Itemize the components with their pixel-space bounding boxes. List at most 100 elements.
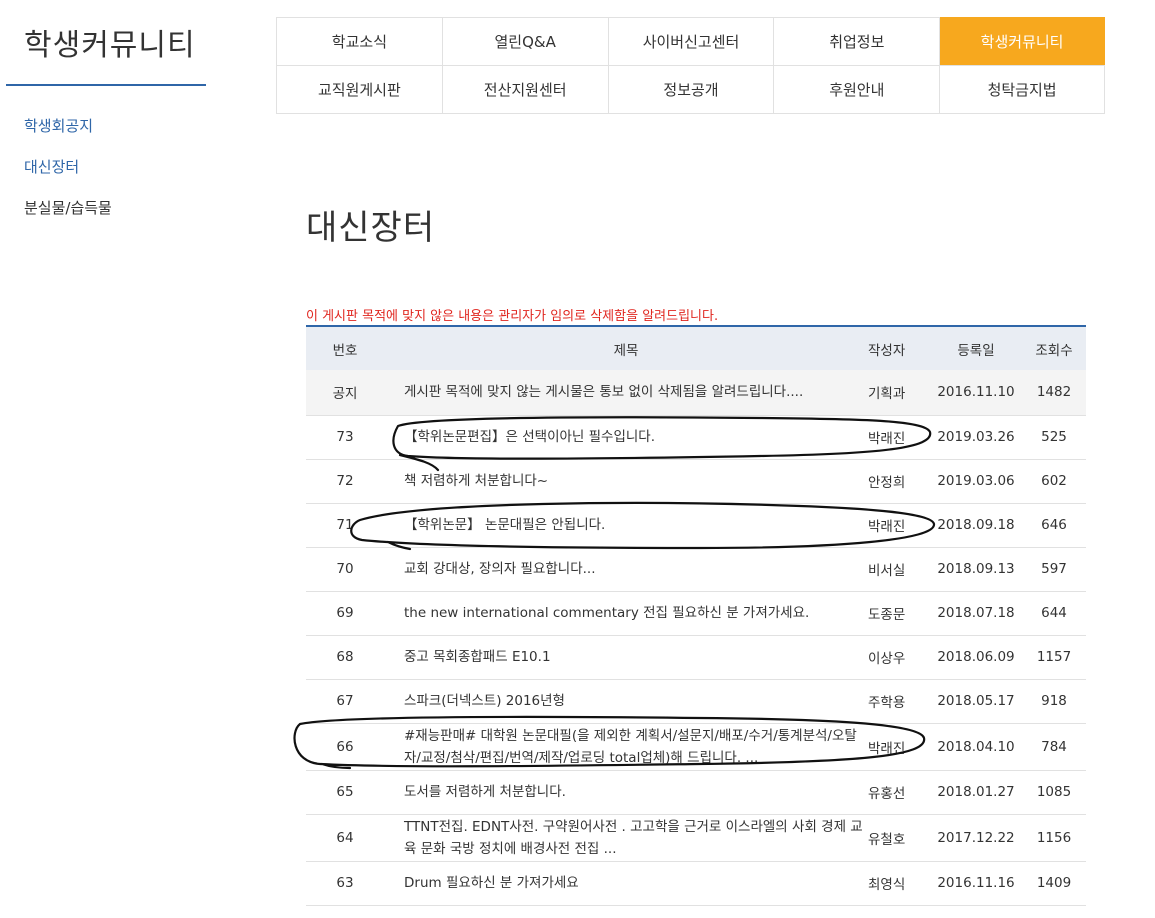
nav-cyber-report-center[interactable]: 사이버신고센터 [608,17,775,65]
post-link[interactable]: #재능판매# 대학원 논문대필(을 제외한 계획서/설문지/배포/수거/통계분석… [404,728,857,766]
nav-donation-info[interactable]: 후원안내 [774,65,941,113]
post-link[interactable]: 【학위논문편집】은 선택이아닌 필수입니다. [404,429,655,445]
sidebar-divider [6,84,206,86]
table-header-row: 번호 제목 작성자 등록일 조회수 [306,326,1086,370]
row-date: 2019.03.26 [930,415,1022,460]
post-link[interactable]: 스파크(더넥스트) 2016년형 [404,693,565,709]
row-date: 2017.12.22 [930,814,1022,862]
row-title: 도서를 저렴하게 처분합니다. [384,770,868,815]
nav-staff-board[interactable]: 교직원게시판 [277,65,443,113]
post-link[interactable]: 책 저렴하게 처분합니다~ [404,473,548,489]
row-title: 스파크(더넥스트) 2016년형 [384,679,868,724]
post-link[interactable]: 도서를 저렴하게 처분합니다. [404,784,566,800]
table-row: 71 【학위논문】 논문대필은 안됩니다. 박래진 2018.09.18 646 [306,503,1086,548]
row-views: 646 [1022,503,1086,548]
row-date: 2018.07.18 [930,591,1022,636]
row-title: TTNT전집. EDNT사전. 구약원어사전 . 고고학을 근거로 이스라엘의 … [384,814,868,862]
row-views: 1157 [1022,635,1086,680]
row-views: 602 [1022,459,1086,504]
sidebar-item-lost-and-found[interactable]: 분실물/습득물 [24,198,112,239]
row-writer: 박래진 [868,415,930,460]
row-title: 게시판 목적에 맞지 않는 게시물은 통보 없이 삭제됨을 알려드립니다.... [384,370,868,416]
row-views: 1482 [1022,370,1086,416]
sidebar-item-marketplace[interactable]: 대신장터 [24,157,112,198]
table-row: 73 【학위논문편집】은 선택이아닌 필수입니다. 박래진 2019.03.26… [306,415,1086,460]
row-writer: 안정희 [868,459,930,504]
nav-open-qa[interactable]: 열린Q&A [442,17,609,65]
post-link[interactable]: Drum 필요하신 분 가져가세요 [404,875,579,891]
sidebar-menu: 학생회공지 대신장터 분실물/습득물 [24,116,112,239]
row-views: 918 [1022,679,1086,724]
row-writer: 박래진 [868,723,930,771]
table-row: 64 TTNT전집. EDNT사전. 구약원어사전 . 고고학을 근거로 이스라… [306,814,1086,862]
row-date: 2016.11.16 [930,861,1022,906]
row-title: 중고 목회종합패드 E10.1 [384,635,868,680]
table-row: 66 #재능판매# 대학원 논문대필(을 제외한 계획서/설문지/배포/수거/통… [306,723,1086,771]
table-row: 69 the new international commentary 전집 필… [306,591,1086,636]
row-writer: 주학용 [868,679,930,724]
post-link[interactable]: the new international commentary 전집 필요하신… [404,605,809,621]
nav-anti-graft-law[interactable]: 청탁금지법 [940,65,1105,113]
header-date: 등록일 [957,342,995,359]
row-views: 784 [1022,723,1086,771]
row-writer: 기획과 [868,370,930,416]
header-writer: 작성자 [868,342,906,359]
post-link[interactable]: 교회 강대상, 장의자 필요합니다... [404,561,596,577]
table-row: 65 도서를 저렴하게 처분합니다. 유홍선 2018.01.27 1085 [306,770,1086,815]
post-link[interactable]: 중고 목회종합패드 E10.1 [404,649,551,665]
row-number: 공지 [306,370,384,416]
row-title: 책 저렴하게 처분합니다~ [384,459,868,504]
row-number: 64 [306,814,384,862]
row-title: the new international commentary 전집 필요하신… [384,591,868,636]
board-notice-text: 이 게시판 목적에 맞지 않은 내용은 관리자가 임의로 삭제함을 알려드립니다… [306,309,719,324]
row-date: 2018.01.27 [930,770,1022,815]
row-writer: 박래진 [868,503,930,548]
row-writer: 도종문 [868,591,930,636]
row-date: 2018.06.09 [930,635,1022,680]
table-row: 63 Drum 필요하신 분 가져가세요 최영식 2016.11.16 1409 [306,861,1086,906]
row-views: 525 [1022,415,1086,460]
post-link[interactable]: 【학위논문】 논문대필은 안됩니다. [404,517,605,533]
row-title: #재능판매# 대학원 논문대필(을 제외한 계획서/설문지/배포/수거/통계분석… [384,723,868,771]
nav-it-support-center[interactable]: 전산지원센터 [442,65,609,113]
table-row: 67 스파크(더넥스트) 2016년형 주학용 2018.05.17 918 [306,679,1086,724]
board-table: 번호 제목 작성자 등록일 조회수 공지 게시판 목적에 맞지 않는 게시물은 … [306,325,1086,906]
sidebar-item-student-council-notice[interactable]: 학생회공지 [24,116,112,157]
nav-school-news[interactable]: 학교소식 [277,17,443,65]
row-number: 66 [306,723,384,771]
sidebar-title: 학생커뮤니티 [24,28,196,63]
row-number: 63 [306,861,384,906]
top-nav-row: 학교소식 열린Q&A 사이버신고센터 취업정보 학생커뮤니티 [277,17,1105,65]
row-title: 교회 강대상, 장의자 필요합니다... [384,547,868,592]
top-nav-row: 교직원게시판 전산지원센터 정보공개 후원안내 청탁금지법 [277,65,1105,113]
row-number: 65 [306,770,384,815]
row-date: 2018.04.10 [930,723,1022,771]
row-number: 67 [306,679,384,724]
table-row: 72 책 저렴하게 처분합니다~ 안정희 2019.03.06 602 [306,459,1086,504]
row-writer: 비서실 [868,547,930,592]
row-title: 【학위논문편집】은 선택이아닌 필수입니다. [384,415,868,460]
row-date: 2018.09.18 [930,503,1022,548]
row-date: 2019.03.06 [930,459,1022,504]
row-writer: 유홍선 [868,770,930,815]
post-link[interactable]: TTNT전집. EDNT사전. 구약원어사전 . 고고학을 근거로 이스라엘의 … [404,819,863,857]
post-link[interactable]: 게시판 목적에 맞지 않는 게시물은 통보 없이 삭제됨을 알려드립니다.... [404,384,803,400]
row-views: 1156 [1022,814,1086,862]
row-number: 68 [306,635,384,680]
row-number: 71 [306,503,384,548]
header-title: 제목 [613,342,639,359]
table-row-notice: 공지 게시판 목적에 맞지 않는 게시물은 통보 없이 삭제됨을 알려드립니다.… [306,370,1086,416]
nav-job-info[interactable]: 취업정보 [774,17,941,65]
row-views: 1085 [1022,770,1086,815]
row-writer: 최영식 [868,861,930,906]
row-writer: 이상우 [868,635,930,680]
table-row: 70 교회 강대상, 장의자 필요합니다... 비서실 2018.09.13 5… [306,547,1086,592]
row-number: 70 [306,547,384,592]
nav-student-community[interactable]: 학생커뮤니티 [940,17,1105,65]
row-date: 2016.11.10 [930,370,1022,416]
nav-information-disclosure[interactable]: 정보공개 [608,65,775,113]
row-views: 597 [1022,547,1086,592]
row-date: 2018.09.13 [930,547,1022,592]
row-number: 73 [306,415,384,460]
top-navigation: 학교소식 열린Q&A 사이버신고센터 취업정보 학생커뮤니티 교직원게시판 전산… [276,17,1105,114]
